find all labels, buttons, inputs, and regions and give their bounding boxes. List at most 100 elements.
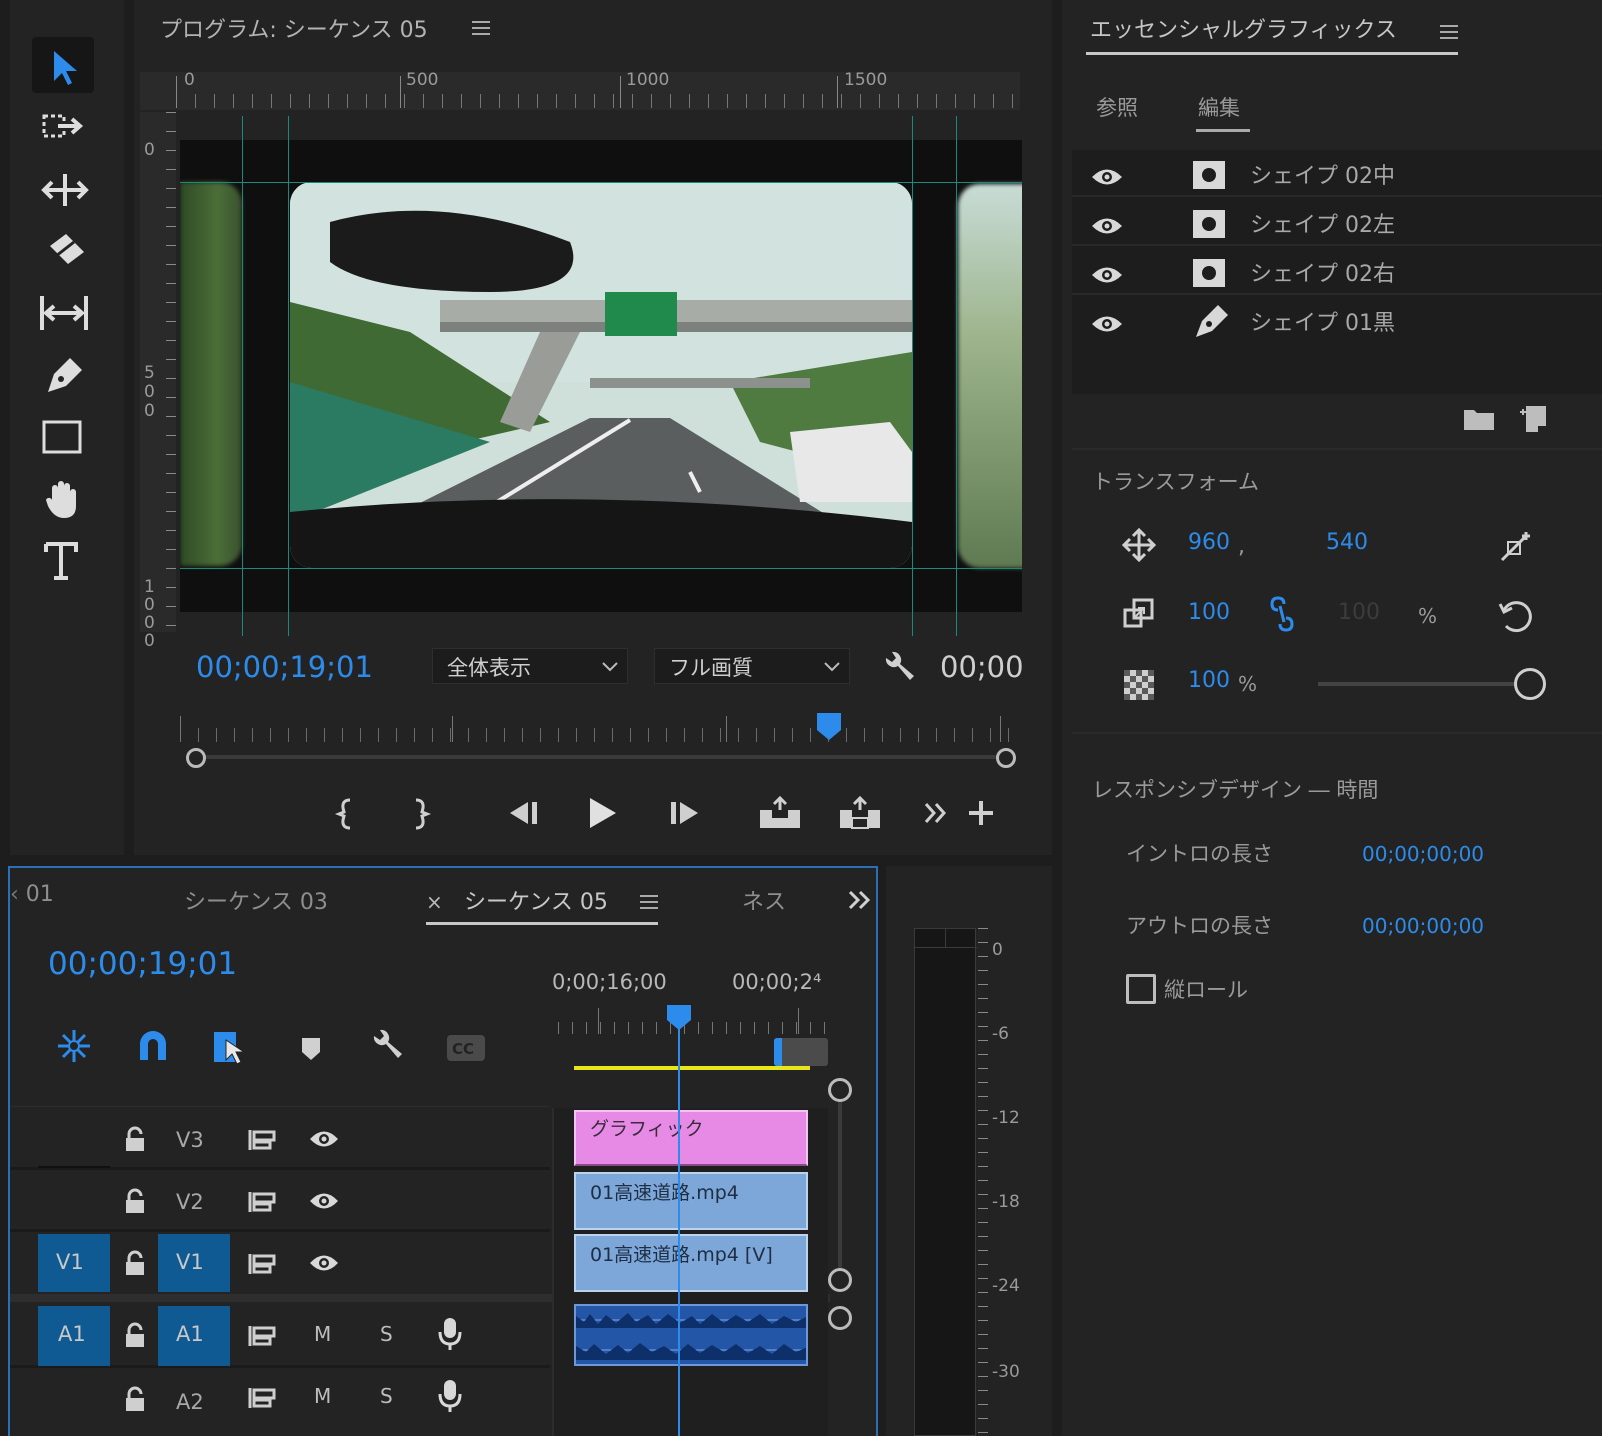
- sync-lock-icon[interactable]: [248, 1324, 278, 1348]
- position-x[interactable]: 960: [1188, 530, 1230, 555]
- graphic-clip[interactable]: グラフィック: [574, 1110, 808, 1166]
- pen-tool-icon[interactable]: [40, 352, 90, 400]
- track-target-v3[interactable]: V3: [158, 1114, 230, 1170]
- guide-line[interactable]: [288, 116, 289, 636]
- eye-icon[interactable]: [1090, 313, 1124, 335]
- zoom-scrollbar[interactable]: [186, 748, 1016, 768]
- timeline-ruler[interactable]: [558, 1008, 830, 1034]
- vertical-scrollbar[interactable]: [828, 1078, 852, 1436]
- source-patch-a1[interactable]: A1: [38, 1306, 110, 1366]
- eye-icon[interactable]: [308, 1252, 340, 1274]
- microphone-icon[interactable]: [438, 1316, 462, 1352]
- eye-icon[interactable]: [1090, 166, 1124, 188]
- timeline-timecode[interactable]: 00;00;19;01: [48, 946, 237, 982]
- tab-sequence-05[interactable]: シーケンス 05: [464, 884, 608, 916]
- eye-icon[interactable]: [1090, 215, 1124, 237]
- eye-icon[interactable]: [308, 1190, 340, 1212]
- scrub-ruler[interactable]: [180, 716, 1022, 742]
- quality-select[interactable]: フル画質: [654, 648, 850, 684]
- extract-icon[interactable]: [836, 795, 884, 834]
- solo-button[interactable]: S: [380, 1384, 393, 1408]
- mute-button[interactable]: M: [314, 1384, 331, 1408]
- layer-row[interactable]: シェイプ 02右: [1072, 248, 1602, 295]
- step-back-icon[interactable]: [506, 798, 540, 832]
- lock-icon[interactable]: [124, 1126, 146, 1152]
- playhead-marker[interactable]: [816, 712, 842, 746]
- track-target-v1[interactable]: V1: [158, 1234, 230, 1292]
- anchor-point-icon[interactable]: [1498, 528, 1534, 568]
- play-icon[interactable]: [586, 796, 620, 834]
- opacity-slider-knob[interactable]: [1514, 668, 1546, 700]
- timeline-playhead-line[interactable]: [678, 1028, 680, 1436]
- layer-row[interactable]: シェイプ 02中: [1072, 150, 1602, 197]
- new-group-folder-icon[interactable]: [1462, 406, 1496, 436]
- guide-line[interactable]: [180, 568, 1022, 569]
- tab-browse[interactable]: 参照: [1096, 92, 1138, 122]
- selection-tool-icon[interactable]: [32, 37, 94, 93]
- ripple-edit-tool-icon[interactable]: [40, 168, 90, 216]
- eg-menu-icon[interactable]: [1438, 22, 1460, 46]
- timeline-settings-wrench-icon[interactable]: [368, 1028, 406, 1070]
- sync-lock-icon[interactable]: [248, 1128, 278, 1152]
- guide-line[interactable]: [956, 116, 957, 636]
- guide-line[interactable]: [242, 116, 243, 636]
- lock-icon[interactable]: [124, 1386, 146, 1412]
- track-select-tool-icon[interactable]: [40, 108, 90, 152]
- lock-icon[interactable]: [124, 1188, 146, 1214]
- linked-selection-icon[interactable]: [212, 1028, 250, 1070]
- eye-icon[interactable]: [308, 1128, 340, 1150]
- slip-tool-icon[interactable]: [36, 292, 92, 340]
- link-scale-icon[interactable]: [1268, 596, 1296, 636]
- program-menu-icon[interactable]: [470, 18, 492, 42]
- more-controls-icon[interactable]: [922, 800, 950, 830]
- eye-icon[interactable]: [1090, 264, 1124, 286]
- lock-icon[interactable]: [124, 1250, 146, 1276]
- outro-value[interactable]: 00;00;00;00: [1362, 914, 1484, 938]
- new-layer-icon[interactable]: [1518, 404, 1548, 438]
- solo-button[interactable]: S: [380, 1322, 393, 1346]
- tab-close-icon[interactable]: ×: [426, 890, 443, 914]
- program-timecode[interactable]: 00;00;19;01: [196, 650, 373, 684]
- guide-line[interactable]: [180, 182, 1022, 183]
- roll-checkbox[interactable]: [1126, 974, 1156, 1004]
- track-target-a2[interactable]: A2: [158, 1372, 230, 1432]
- hand-tool-icon[interactable]: [40, 476, 90, 526]
- sync-lock-icon[interactable]: [248, 1252, 278, 1276]
- track-target-a1[interactable]: A1: [158, 1306, 230, 1366]
- mute-button[interactable]: M: [314, 1322, 331, 1346]
- sync-lock-icon[interactable]: [248, 1190, 278, 1214]
- rotation-icon[interactable]: [1496, 596, 1536, 640]
- mark-in-icon[interactable]: [334, 796, 360, 836]
- scale-value[interactable]: 100: [1188, 600, 1230, 625]
- step-forward-icon[interactable]: [668, 798, 702, 832]
- lock-icon[interactable]: [124, 1322, 146, 1348]
- audio-clip-a1[interactable]: [574, 1304, 808, 1366]
- mark-out-icon[interactable]: [406, 796, 432, 836]
- layer-row[interactable]: シェイプ 02左: [1072, 199, 1602, 246]
- tab-sequence-01[interactable]: ‹ 01: [10, 882, 54, 907]
- tab-menu-icon[interactable]: [638, 892, 660, 916]
- rectangle-tool-icon[interactable]: [40, 416, 90, 464]
- video-clip-v1[interactable]: 01高速道路.mp4 [V]: [574, 1234, 808, 1292]
- opacity-slider[interactable]: [1318, 668, 1548, 700]
- tab-edit[interactable]: 編集: [1198, 92, 1240, 122]
- type-tool-icon[interactable]: [40, 538, 90, 588]
- opacity-value[interactable]: 100: [1188, 668, 1230, 693]
- eg-title[interactable]: エッセンシャルグラフィックス: [1090, 12, 1397, 44]
- microphone-icon[interactable]: [438, 1378, 462, 1414]
- guide-line[interactable]: [912, 116, 913, 636]
- zoom-select[interactable]: 全体表示: [432, 648, 628, 684]
- tab-nest[interactable]: ネス: [742, 884, 786, 916]
- layer-row[interactable]: シェイプ 01黒: [1072, 297, 1602, 344]
- intro-value[interactable]: 00;00;00;00: [1362, 842, 1484, 866]
- timeline-zoom-handle[interactable]: [774, 1038, 828, 1066]
- position-y[interactable]: 540: [1326, 530, 1368, 555]
- video-frame[interactable]: [180, 140, 1022, 612]
- tab-sequence-03[interactable]: シーケンス 03: [184, 884, 328, 916]
- nest-toggle-icon[interactable]: [56, 1028, 92, 1068]
- track-target-v2[interactable]: V2: [158, 1176, 230, 1232]
- snap-magnet-icon[interactable]: [136, 1030, 170, 1068]
- tabs-overflow-icon[interactable]: [846, 888, 872, 916]
- sync-lock-icon[interactable]: [248, 1386, 278, 1410]
- lift-icon[interactable]: [756, 795, 804, 834]
